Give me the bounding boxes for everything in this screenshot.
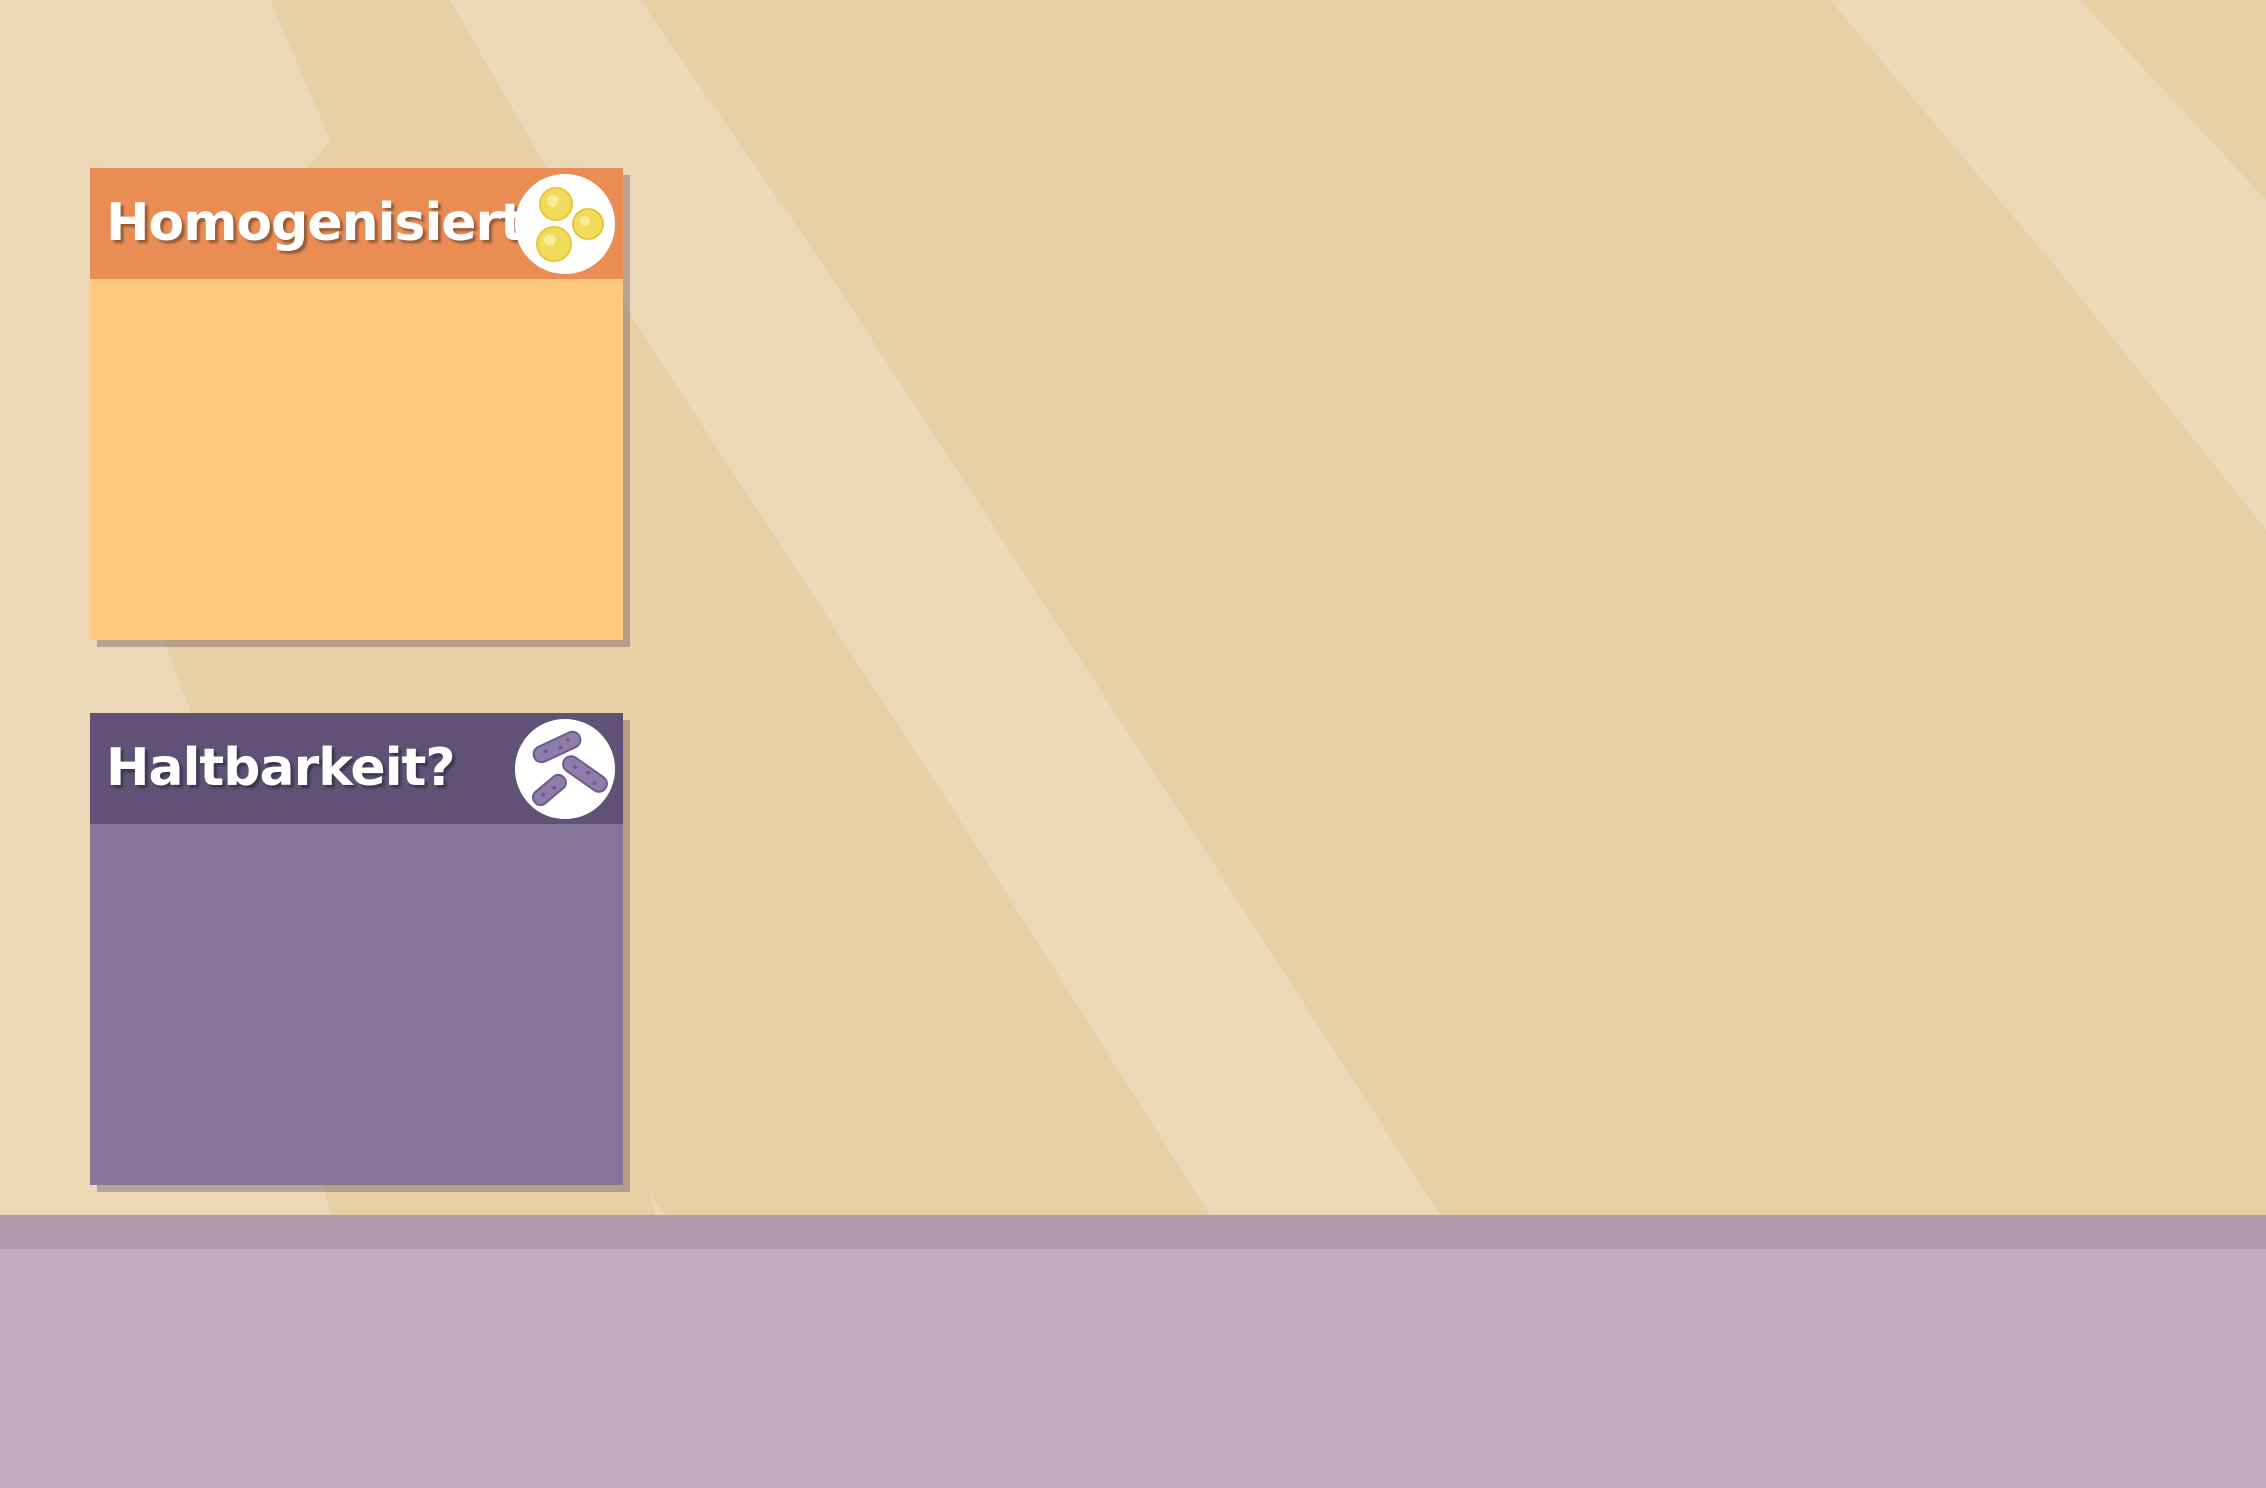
- shelf-life-card: Haltbarkeit?: [90, 713, 623, 1185]
- homogenized-card-body: [90, 279, 623, 640]
- homogenized-card-title: Homogenisiert?: [106, 193, 554, 253]
- bacteria-icon: [515, 719, 615, 819]
- floor-edge: [0, 1215, 2266, 1249]
- shelf-life-card-title: Haltbarkeit?: [106, 738, 456, 798]
- shelf-life-card-body: [90, 824, 623, 1185]
- floor: [0, 1249, 2266, 1488]
- fat-globules-icon: [515, 174, 615, 274]
- homogenized-card: Homogenisiert?: [90, 168, 623, 640]
- scene: Homogenisiert? Haltbarkeit?: [0, 0, 2266, 1488]
- homogenized-card-header: Homogenisiert?: [90, 168, 623, 279]
- shelf-life-card-header: Haltbarkeit?: [90, 713, 623, 824]
